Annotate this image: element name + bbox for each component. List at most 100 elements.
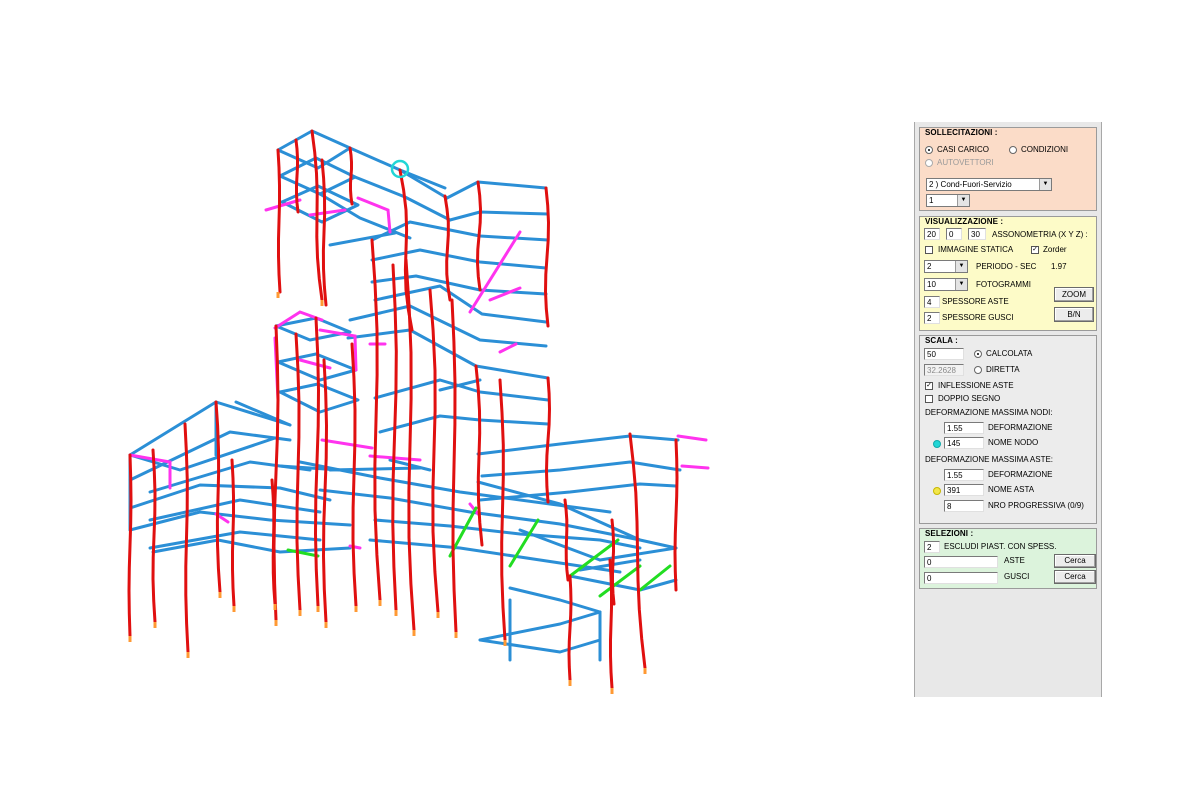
doppio-segno-label: DOPPIO SEGNO	[938, 394, 1001, 403]
condizioni-label: CONDIZIONI	[1021, 145, 1069, 154]
beam-7	[445, 180, 548, 200]
column-29	[673, 438, 679, 592]
axo-z-input[interactable]: 30	[968, 228, 986, 240]
aste-def-input[interactable]: 1.55	[944, 469, 984, 481]
structure-model	[127, 129, 710, 694]
column-4	[348, 146, 354, 206]
scala-group: SCALA : 50 CALCOLATA 32.2628 DIRETTA ✓ I…	[919, 335, 1097, 524]
column-6	[443, 194, 452, 302]
sub-case-select[interactable]: 1 ▼	[926, 194, 970, 207]
fotogrammi-label: FOTOGRAMMI	[976, 280, 1031, 289]
autovettori-label: AUTOVETTORI	[937, 158, 994, 167]
fotogrammi-value: 10	[927, 280, 936, 289]
beam-2	[280, 184, 360, 224]
beam-8	[448, 210, 550, 222]
calcolata-label: CALCOLATA	[986, 349, 1033, 358]
casi-carico-label: CASI CARICO	[937, 145, 990, 154]
scale-input[interactable]: 50	[924, 348, 964, 360]
escludi-label: ESCLUDI PIAST. CON SPESS.	[944, 542, 1057, 551]
periodo-select[interactable]: 2 ▼	[924, 260, 968, 273]
load-case-value: 2 ) Cond-Fuori-Servizio	[929, 180, 1012, 189]
chevron-down-icon[interactable]: ▼	[955, 279, 967, 290]
column-8	[543, 186, 551, 328]
escludi-input[interactable]: 2	[924, 541, 940, 553]
column-10	[370, 238, 382, 602]
periodo-sec-value: 1.97	[1051, 262, 1067, 271]
beam-44	[508, 586, 602, 614]
sollecitazioni-group: SOLLECITAZIONI : CASI CARICO CONDIZIONI …	[919, 127, 1097, 211]
beam-10	[370, 220, 550, 242]
condizioni-radio[interactable]	[1009, 146, 1017, 154]
beam-46	[478, 638, 602, 654]
column-22	[214, 400, 222, 594]
scala-title: SCALA :	[925, 336, 958, 345]
nodi-name-label: NOME NODO	[988, 438, 1039, 447]
structure-viewport[interactable]	[0, 0, 912, 800]
deformed-beam-17	[680, 464, 710, 470]
deformed-beam-10	[498, 342, 518, 354]
column-27	[270, 478, 277, 606]
cerca-gusci-button[interactable]: Cerca	[1054, 570, 1096, 584]
cerca-aste-button[interactable]: Cerca	[1054, 554, 1096, 568]
beam-marker-icon	[933, 487, 941, 495]
gusci-search-input[interactable]: 0	[924, 572, 998, 584]
immagine-statica-checkbox[interactable]	[925, 246, 933, 254]
aste-search-input[interactable]: 0	[924, 556, 998, 568]
spessore-gusci-input[interactable]: 2	[924, 312, 940, 324]
beam-17	[378, 414, 550, 434]
column-25	[127, 453, 133, 638]
chevron-down-icon[interactable]: ▼	[1039, 179, 1051, 190]
sub-case-value: 1	[929, 196, 934, 205]
column-1	[294, 138, 300, 214]
beam-11	[370, 248, 548, 270]
beam-3	[348, 146, 449, 200]
diretta-label: DIRETTA	[986, 365, 1020, 374]
column-23	[183, 422, 190, 654]
diretta-radio[interactable]	[974, 366, 982, 374]
doppio-segno-checkbox[interactable]	[925, 395, 933, 403]
control-panel: SOLLECITAZIONI : CASI CARICO CONDIZIONI …	[914, 122, 1102, 697]
inflessione-label: INFLESSIONE ASTE	[938, 381, 1014, 390]
immagine-statica-label: IMMAGINE STATICA	[938, 245, 1014, 254]
axo-label: ASSONOMETRIA (X Y Z) :	[992, 230, 1088, 239]
aste-def-label: DEFORMAZIONE	[988, 470, 1053, 479]
nodi-def-input[interactable]: 1.55	[944, 422, 984, 434]
inflessione-checkbox[interactable]: ✓	[925, 382, 933, 390]
calcolata-radio[interactable]	[974, 350, 982, 358]
direct-scale-input[interactable]: 32.2628	[924, 364, 964, 376]
column-24	[151, 448, 157, 624]
beam-12	[370, 274, 548, 296]
progressiva-label: NRO PROGRESSIVA (0/9)	[988, 501, 1084, 510]
casi-carico-radio[interactable]	[925, 146, 933, 154]
column-33	[610, 518, 616, 606]
autovettori-radio[interactable]	[925, 159, 933, 167]
zoom-button[interactable]: ZOOM	[1054, 287, 1094, 302]
spessore-aste-label: SPESSORE ASTE	[942, 297, 1009, 306]
column-28	[628, 432, 647, 670]
aste-name-input[interactable]: 391	[944, 484, 984, 496]
column-3	[320, 158, 328, 307]
column-20	[321, 358, 329, 624]
beam-28	[148, 530, 322, 550]
load-case-select[interactable]: 2 ) Cond-Fuori-Servizio ▼	[926, 178, 1052, 191]
column-11	[391, 263, 398, 612]
fotogrammi-select[interactable]: 10 ▼	[924, 278, 968, 291]
beam-53	[278, 464, 342, 472]
spessore-gusci-label: SPESSORE GUSCI	[942, 313, 1014, 322]
aste-search-label: ASTE	[1004, 556, 1025, 565]
deformed-beam-13	[320, 438, 374, 450]
zorder-checkbox[interactable]: ✓	[1031, 246, 1039, 254]
chevron-down-icon[interactable]: ▼	[955, 261, 967, 272]
def-aste-title: DEFORMAZIONE MASSIMA ASTE:	[925, 455, 1054, 464]
sollecitazioni-title: SOLLECITAZIONI :	[925, 128, 998, 137]
progressiva-input[interactable]: 8	[944, 500, 984, 512]
spessore-aste-input[interactable]: 4	[924, 296, 940, 308]
chevron-down-icon[interactable]: ▼	[957, 195, 969, 206]
axo-x-input[interactable]: 20	[924, 228, 940, 240]
bn-button[interactable]: B/N	[1054, 307, 1094, 322]
beam-37	[480, 460, 682, 478]
beam-49	[234, 400, 292, 427]
selezioni-group: SELEZIONI : 2 ESCLUDI PIAST. CON SPESS. …	[919, 528, 1097, 589]
axo-y-input[interactable]: 0	[946, 228, 962, 240]
nodi-name-input[interactable]: 145	[944, 437, 984, 449]
